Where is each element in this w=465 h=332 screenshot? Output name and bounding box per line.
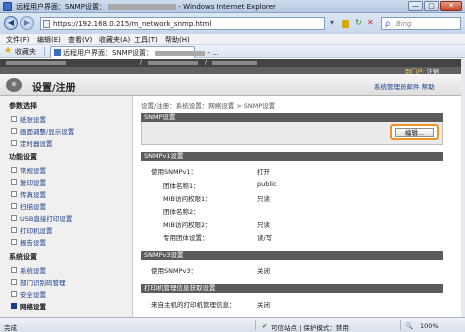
security-zone[interactable]: 可信站点 | 保护模式：禁用 [271, 322, 349, 332]
sidebar-group-preferences: 参数选择 [9, 102, 37, 110]
close-button[interactable]: ✕ [440, 1, 462, 11]
status-bar: 完成 ✔ 可信站点 | 保护模式：禁用 🔍 100% [0, 317, 465, 332]
browser-tab[interactable]: 远程用户界面：SNMP设置： - ... [50, 46, 219, 58]
main-panel: 设置/注册：系统设置：网络设置 > SNMP设置 SNMP设置 编辑... SN… [141, 96, 453, 317]
search-placeholder: Bing [396, 20, 412, 28]
sidebar-item-usb-print[interactable]: USB直接打印设置 [10, 213, 72, 223]
address-dropdown-icon[interactable]: ▾ [330, 18, 334, 27]
sidebar-item-display[interactable]: 画面调整/显示设置 [10, 126, 74, 136]
host-mgmt-info-label: 来自主机的打印机管理信息： [151, 301, 236, 309]
zone-icon: ✔ [262, 322, 268, 330]
favorites-bar: ★ 收藏夹 远程用户界面：SNMP设置： - ... [0, 45, 465, 58]
menu-favorites[interactable]: 收藏夹(A) [99, 35, 130, 45]
window-title: 远程用户界面：SNMP设置： - Windows Internet Explor… [16, 3, 276, 11]
snmpv1-settings-header: SNMPv1设置 [141, 152, 443, 161]
edit-button[interactable]: 编辑... [395, 128, 434, 137]
settings-logo-icon: ✳ [6, 78, 22, 92]
sidebar-item-fax[interactable]: 传真设置 [11, 189, 46, 199]
menu-edit[interactable]: 编辑(E) [37, 35, 61, 45]
favorites-star-icon[interactable]: ★ [4, 46, 12, 56]
window-title-bar: 远程用户界面：SNMP设置： - Windows Internet Explor… [0, 0, 465, 13]
refresh-icon[interactable]: ↻ [355, 18, 362, 27]
printer-mgmt-header: 打印机管理信息获取设置 [141, 284, 443, 293]
menu-bar: 文件(F) 编辑(E) 查看(V) 收藏夹(A) 工具(T) 帮助(H) [0, 34, 465, 45]
redacted-text [6, 61, 66, 65]
breadcrumb: 设置/注册：系统设置：网络设置 > SNMP设置 [141, 102, 276, 110]
url-text: https://192.168.0.215/m_network_snmp.htm… [53, 20, 212, 28]
dedicated-community-value: 读/写 [257, 234, 273, 242]
status-text: 完成 [4, 324, 17, 332]
redacted-text [148, 61, 198, 65]
status-divider [400, 320, 401, 330]
mib-access-2-value: 只读 [257, 221, 270, 229]
portal-topbar: / / [0, 59, 461, 67]
snmp-edit-area: 编辑... [141, 122, 443, 145]
admin-mail-help-links[interactable]: 系统管理员邮件 帮助 [374, 81, 435, 91]
sidebar-item-copy[interactable]: 复印设置 [11, 177, 46, 187]
use-snmpv1-value: 打开 [257, 168, 270, 176]
sidebar-group-functions: 功能设置 [9, 153, 37, 161]
menu-view[interactable]: 查看(V) [68, 35, 92, 45]
search-icon: ρ [385, 19, 391, 28]
use-snmpv3-value: 关闭 [257, 267, 270, 275]
address-input[interactable]: https://192.168.0.215/m_network_snmp.htm… [40, 17, 325, 30]
favorites-label[interactable]: 收藏夹 [15, 47, 36, 57]
forward-button[interactable]: ▶ [20, 16, 34, 30]
stop-icon[interactable]: ✕ [367, 18, 374, 27]
sidebar-nav: 参数选择 纸张设置 画面调整/显示设置 定时器设置 功能设置 常规设置 复印设置… [0, 96, 133, 317]
host-mgmt-info-value: 关闭 [257, 301, 270, 309]
snmp-settings-header: SNMP设置 [141, 113, 443, 122]
sidebar-item-general[interactable]: 常规设置 [11, 165, 46, 175]
sidebar-item-paper[interactable]: 纸张设置 [11, 114, 46, 124]
maximize-button[interactable]: □ [424, 1, 439, 11]
page-icon [43, 20, 50, 28]
page-title: 设置/注册 [32, 83, 76, 94]
community-name-2-label: 团体名称2： [163, 208, 200, 216]
sidebar-item-network[interactable]: 网络设置 [11, 301, 46, 311]
use-snmpv1-label: 使用SNMPv1： [151, 168, 197, 176]
ie-app-icon [3, 2, 12, 11]
lock-icon[interactable] [342, 20, 349, 28]
address-toolbar: ◀ ▶ https://192.168.0.215/m_network_snmp… [0, 13, 465, 34]
vertical-scrollbar[interactable] [461, 59, 465, 317]
logout-bar: 到门户 注销 [0, 67, 461, 76]
sidebar-item-report[interactable]: 报告设置 [11, 237, 46, 247]
snmpv3-settings-header: SNMPv3设置 [141, 251, 443, 260]
menu-tools[interactable]: 工具(T) [134, 35, 158, 45]
community-name-1-label: 团体名称1： [163, 182, 200, 190]
topbar-slash: / [140, 59, 143, 66]
sidebar-item-scan[interactable]: 扫描设置 [11, 201, 46, 211]
use-snmpv3-label: 使用SNMPv3： [151, 267, 197, 275]
redacted-text [212, 61, 257, 65]
sidebar-item-dept-id[interactable]: 部门识别码管理 [11, 277, 66, 287]
sidebar-item-security[interactable]: 安全设置 [11, 289, 46, 299]
page-content: / / 到门户 注销 ✳ 设置/注册 系统管理员邮件 帮助 参数选择 纸张设置 … [0, 59, 461, 317]
sidebar-item-timer[interactable]: 定时器设置 [11, 138, 53, 148]
search-input[interactable]: ρ Bing [381, 17, 461, 30]
menu-file[interactable]: 文件(F) [6, 35, 30, 45]
community-name-1-value: public [257, 180, 277, 188]
topbar-slash: / [205, 59, 208, 66]
edit-button-highlight: 编辑... [390, 124, 439, 140]
mib-access-1-label: MIB访问权限1： [163, 195, 212, 203]
zoom-icon: 🔍 [405, 322, 414, 330]
back-button[interactable]: ◀ [4, 16, 18, 30]
mib-access-1-value: 只读 [257, 195, 270, 203]
sidebar-item-printer[interactable]: 打印机设置 [11, 225, 53, 235]
sidebar-group-system: 系统设置 [9, 253, 37, 261]
sidebar-item-system[interactable]: 系统设置 [11, 265, 46, 275]
favorites-divider [44, 47, 45, 56]
tab-page-icon [54, 49, 61, 56]
tab-title: 远程用户界面：SNMP设置： - ... [63, 49, 219, 57]
zoom-level[interactable]: 100% [420, 322, 439, 330]
dedicated-community-label: 专用团体设置： [163, 234, 209, 242]
mib-access-2-label: MIB访问权限2： [163, 221, 212, 229]
minimize-button[interactable]: — [408, 1, 423, 11]
page-header: ✳ 设置/注册 系统管理员邮件 帮助 [0, 74, 461, 96]
menu-help[interactable]: 帮助(H) [165, 35, 190, 45]
status-divider [255, 320, 256, 330]
